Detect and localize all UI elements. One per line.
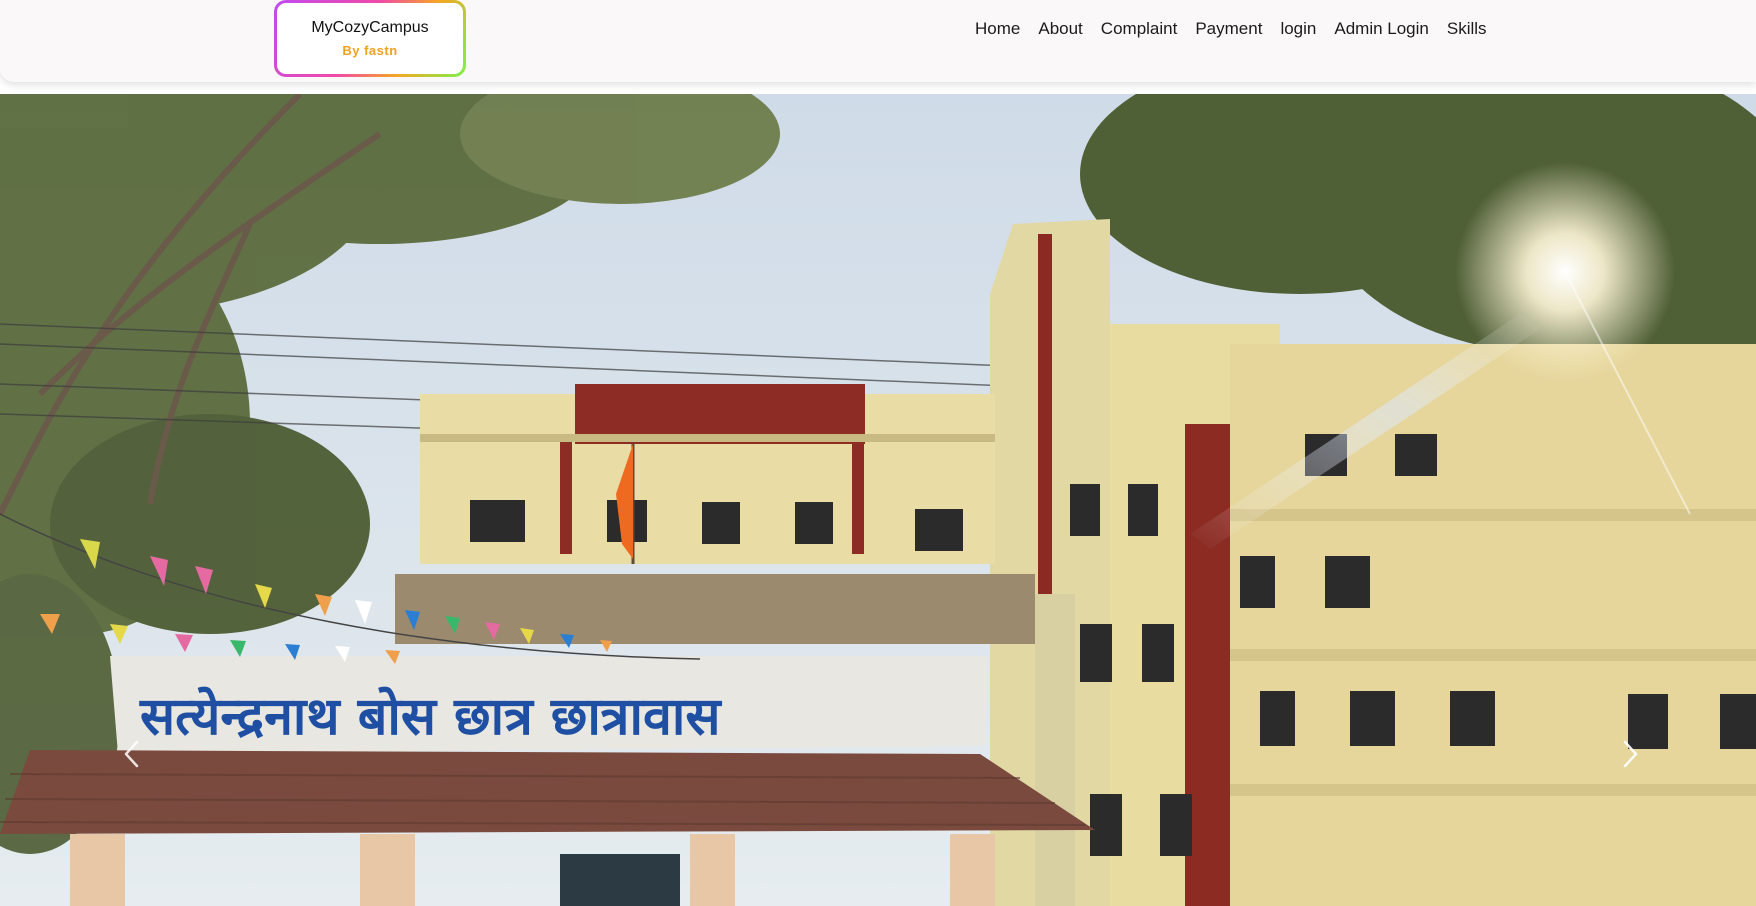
nav-link-about[interactable]: About	[1029, 19, 1091, 39]
brand-title: MyCozyCampus	[311, 18, 429, 36]
nav-link-admin-login[interactable]: Admin Login	[1325, 19, 1438, 39]
hero-carousel: सत्येन्द्रनाथ बोस छात्र छात्रावास	[0, 94, 1756, 906]
nav-link-payment[interactable]: Payment	[1186, 19, 1271, 39]
signboard-text: सत्येन्द्रनाथ बोस छात्र छात्रावास	[139, 686, 722, 747]
brand-logo-link[interactable]: MyCozyCampus By fastn	[274, 0, 466, 77]
main-nav: Home About Complaint Payment login Admin…	[966, 19, 1496, 39]
hostel-building-photo: सत्येन्द्रनाथ बोस छात्र छात्रावास	[0, 94, 1756, 906]
carousel-prev-button[interactable]	[112, 730, 152, 778]
nav-link-login[interactable]: login	[1271, 19, 1325, 39]
carousel-next-button[interactable]	[1610, 730, 1650, 778]
chevron-left-icon	[124, 740, 139, 768]
nav-link-complaint[interactable]: Complaint	[1092, 19, 1187, 39]
nav-link-home[interactable]: Home	[966, 19, 1029, 39]
chevron-right-icon	[1623, 740, 1638, 768]
brand-subtitle: By fastn	[342, 42, 398, 58]
top-navbar: MyCozyCampus By fastn Home About Complai…	[0, 0, 1756, 82]
brand-logo: MyCozyCampus By fastn	[277, 3, 463, 74]
nav-link-skills[interactable]: Skills	[1438, 19, 1496, 39]
